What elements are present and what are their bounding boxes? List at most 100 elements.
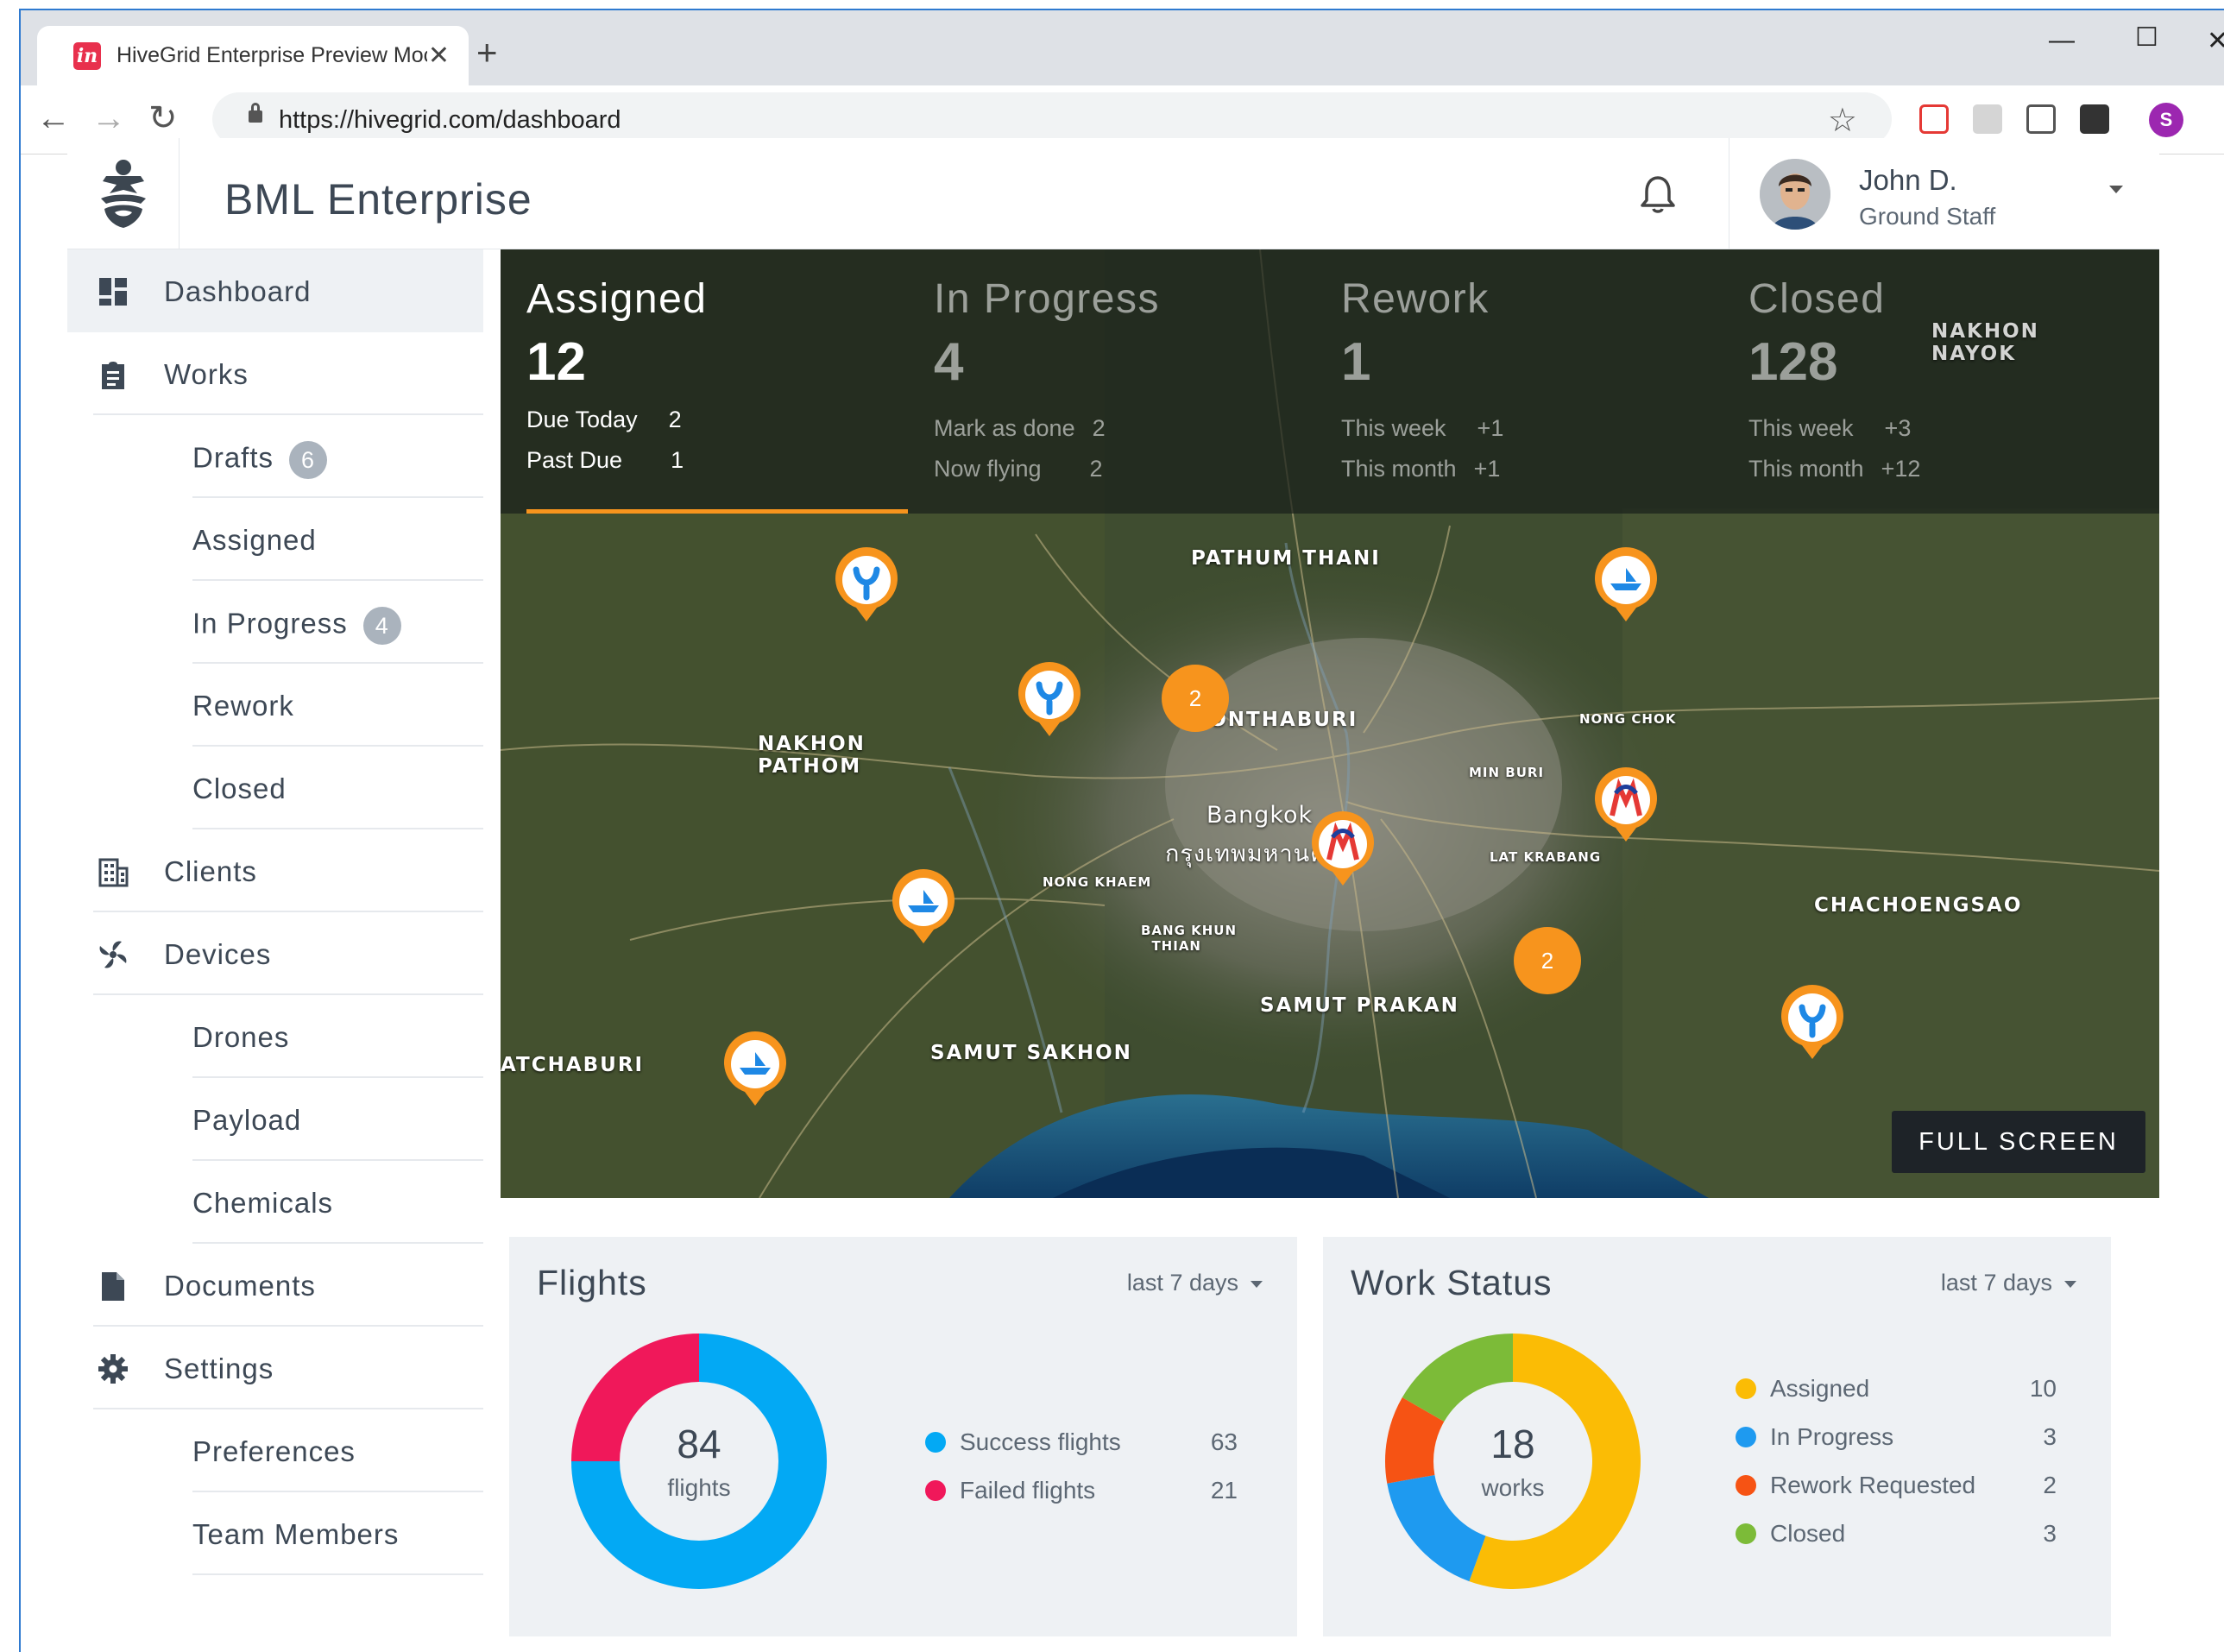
user-dropdown-caret-icon[interactable] [2109,186,2123,193]
gear-icon [98,1354,128,1384]
map-cluster-marker[interactable]: 2 [1162,665,1229,732]
url-text[interactable]: https://hivegrid.com/dashboard [279,106,621,135]
sidebar-item-label: Dashboard [164,275,312,307]
map-pin-client-boat-icon[interactable] [1591,547,1660,623]
stats-bar: Assigned 12 Due Today 2 Past Due 1 In Prog… [501,249,2159,514]
sidebar-item-dashboard[interactable]: Dashboard [67,249,483,332]
sidebar-item-label: Settings [164,1352,274,1384]
sidebar-item-label: In Progress 4 [192,607,401,645]
sidebar-item-rework[interactable]: Rework [67,664,483,747]
count-badge: 6 [289,441,328,479]
map-label-nakhon-pathom: NAKHON PATHOM [758,733,866,778]
legend-item: Closed [1736,1520,1845,1548]
back-icon[interactable]: ← [36,99,71,137]
sidebar-item-assigned[interactable]: Assigned [67,498,483,581]
count-badge: 4 [362,607,401,645]
map-pin-client-y-icon[interactable] [1778,985,1847,1061]
profile-avatar-icon[interactable]: S [2149,103,2183,137]
sidebar-item-payload[interactable]: Payload [67,1078,483,1161]
full-screen-button[interactable]: FULL SCREEN [1892,1111,2145,1173]
reader-extension-icon[interactable] [2026,104,2056,134]
sidebar-item-chemicals[interactable]: Chemicals [67,1161,483,1244]
work-total: 18 [1490,1422,1535,1466]
notification-bell-icon[interactable] [1640,174,1676,214]
stat-assigned[interactable]: Assigned 12 Due Today 2 Past Due 1 [526,275,932,474]
sidebar-item-settings[interactable]: Settings [67,1327,483,1409]
bottom-panels: Flights last 7 days 84 flights Success f… [483,1198,2159,1643]
react-devtools-icon[interactable] [2080,104,2109,134]
stat-row-label: This week [1748,415,1854,441]
sidebar-item-label: Devices [164,938,272,970]
reload-icon[interactable]: ↻ [148,99,178,137]
pdf-extension-icon[interactable] [1973,104,2002,134]
stat-closed[interactable]: Closed 128 This week +3 This month +12 [1748,275,2154,482]
card-title: Flights [537,1263,647,1302]
sidebar-item-label: Preferences [192,1435,356,1467]
browser-menu-icon[interactable]: ⋮ [2211,93,2224,123]
map-pin-client-boat-icon[interactable] [889,869,958,945]
map-pin-client-y-icon[interactable] [832,547,901,623]
sidebar-item-devices[interactable]: Devices [67,912,483,995]
bookmark-star-icon[interactable]: ☆ [1828,101,1857,140]
legend-item: Failed flights [925,1477,1095,1504]
map-cluster-marker[interactable]: 2 [1514,927,1581,994]
map-label-text: PATHOM [758,755,862,778]
drafts-label: Drafts [192,441,274,474]
map-label-lat-krabang: LAT KRABANG [1490,849,1602,865]
legend-item: Assigned [1736,1375,1869,1403]
filter-label: last 7 days [1940,1270,2052,1296]
flights-unit: flights [667,1474,731,1501]
stat-value: 1 [1341,332,1371,392]
legend-dot [925,1432,946,1453]
legend-item: Success flights [925,1428,1121,1456]
avatar-icon [1760,159,1830,230]
sidebar-item-label: Payload [192,1104,302,1136]
app-logo[interactable] [67,138,180,249]
stat-in-progress[interactable]: In Progress 4 Mark as done 2 Now flying 2 [934,275,1339,482]
map-label-min-buri: MIN BURI [1469,765,1545,780]
stat-row: Now flying 2 [934,456,1339,482]
browser-tab[interactable]: in HiveGrid Enterprise Preview Moc ✕ [37,26,469,85]
sidebar-item-preferences[interactable]: Preferences [67,1409,483,1492]
logo-icon [100,159,146,228]
map-pin-client-logo-icon[interactable] [1591,767,1660,843]
stat-title: In Progress [934,276,1160,322]
new-tab-button[interactable]: + [476,35,498,71]
stat-row-label: Mark as done [934,415,1075,441]
stat-rework[interactable]: Rework 1 This week +1 This month +1 [1341,275,1747,482]
building-icon [98,858,129,887]
map-pin-client-boat-icon[interactable] [721,1031,790,1107]
map-label-text: THIAN [1151,938,1201,954]
forward-icon[interactable]: → [91,99,126,137]
minimize-icon[interactable]: — [2049,26,2075,55]
legend-value: 21 [1210,1477,1238,1504]
donut-center: 18 works [1383,1332,1642,1591]
stat-row: This week +1 [1341,415,1747,442]
stat-row-value: +1 [1477,415,1504,441]
close-window-icon[interactable]: ✕ [2207,26,2224,56]
sidebar-item-closed[interactable]: Closed [67,747,483,829]
map-label-samut-sakhon: SAMUT SAKHON [930,1042,1132,1064]
sidebar-item-drafts[interactable]: Drafts 6 [67,415,483,498]
work-date-filter[interactable]: last 7 days [1941,1270,2076,1296]
lock-icon [249,103,262,123]
clipboard-icon [102,362,124,389]
sidebar-item-in-progress[interactable]: In Progress 4 [67,581,483,664]
invision-favicon-icon: in [73,41,101,70]
flights-date-filter[interactable]: last 7 days [1127,1270,1263,1296]
sidebar-item-drones[interactable]: Drones [67,995,483,1078]
legend-dot [1736,1378,1756,1399]
pocket-extension-icon[interactable] [1919,104,1949,134]
sidebar-item-documents[interactable]: Documents [67,1244,483,1327]
map-label-text: NAKHON [1931,320,2039,343]
map-pin-client-logo-icon[interactable] [1308,811,1377,887]
sidebar-item-team-members[interactable]: Team Members [67,1492,483,1575]
sidebar-item-clients[interactable]: Clients [67,829,483,912]
user-menu[interactable]: John D. Ground Staff [1729,138,2159,249]
map-pin-client-y-icon[interactable] [1015,662,1084,738]
satellite-map[interactable]: Assigned 12 Due Today 2 Past Due 1 In Prog… [501,249,2159,1198]
sidebar-item-works[interactable]: Works [67,332,483,415]
tab-close-icon[interactable]: ✕ [428,41,450,71]
user-name: John D. [1859,164,1957,196]
maximize-icon[interactable]: ☐ [2135,22,2158,53]
